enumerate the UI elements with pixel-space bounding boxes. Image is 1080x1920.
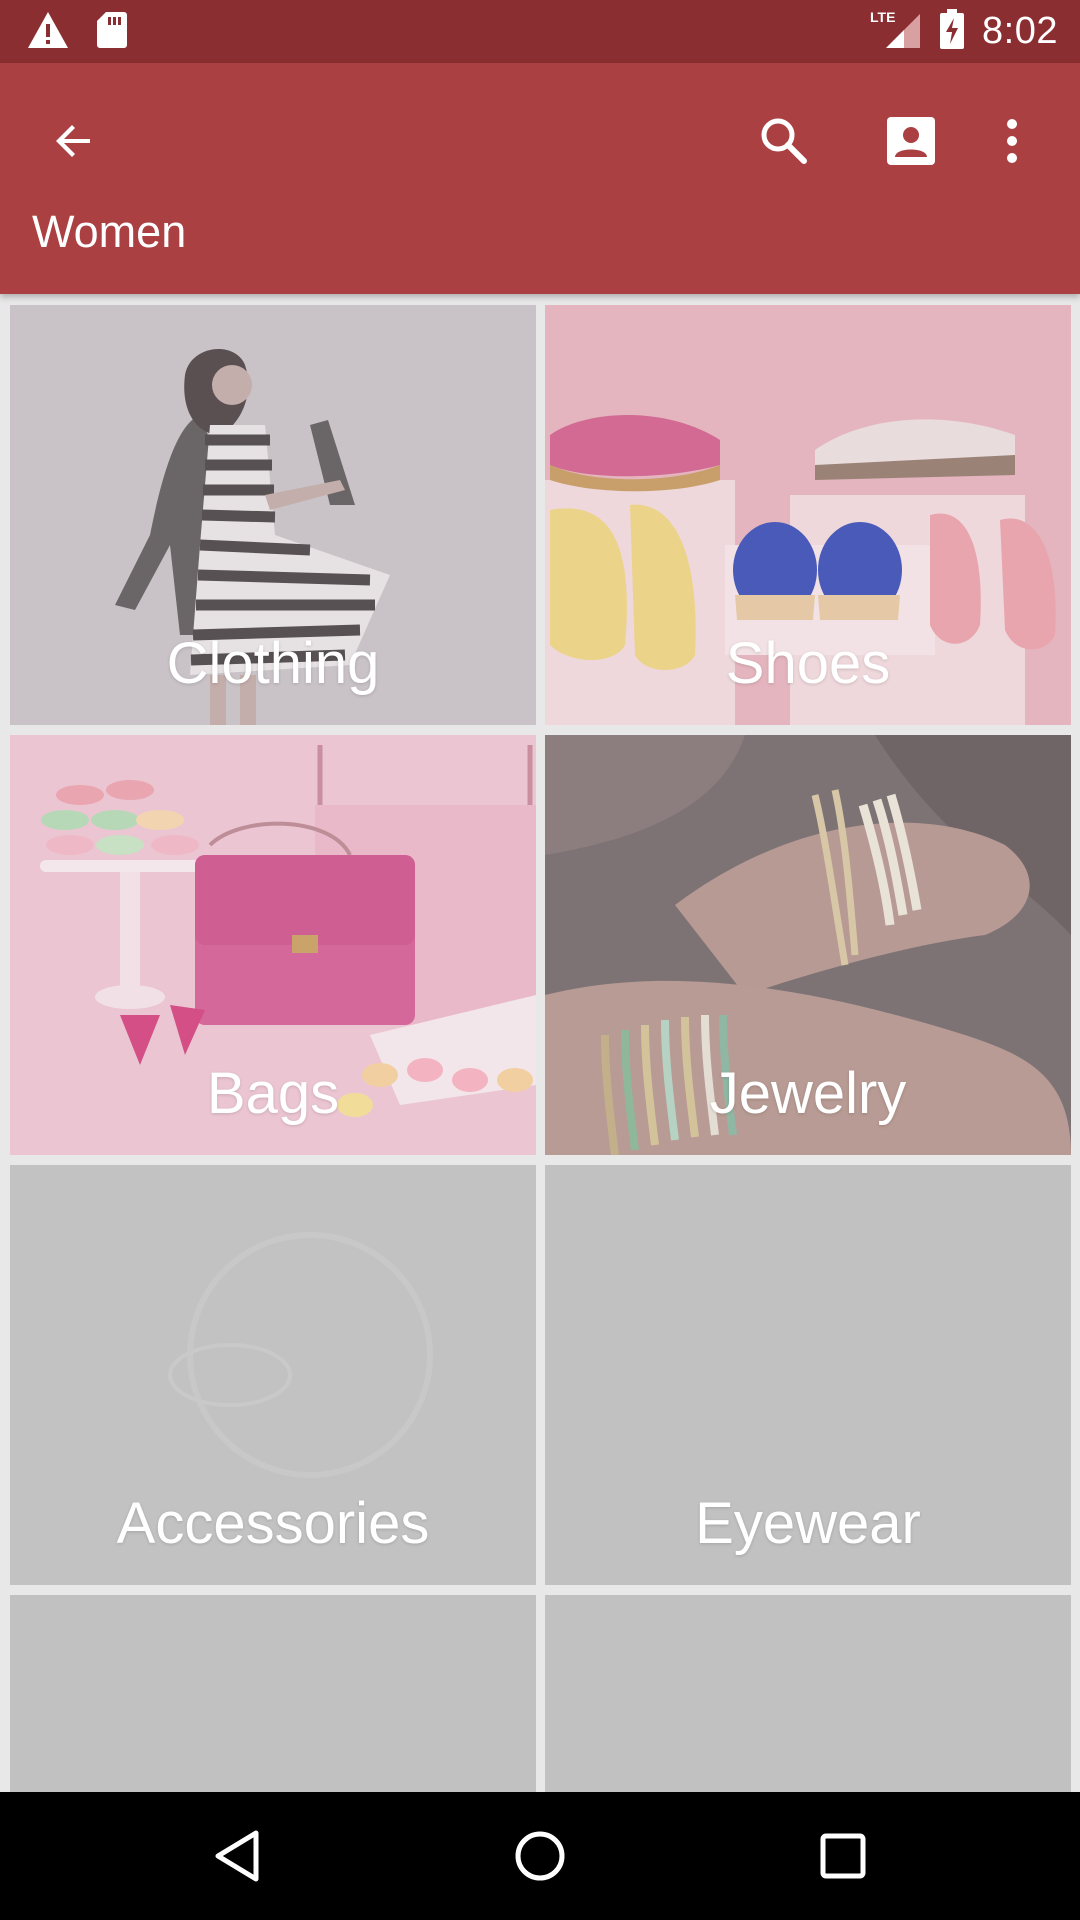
category-label: Shoes xyxy=(725,631,891,696)
category-label: Clothing xyxy=(166,631,380,696)
category-tile-eyewear[interactable]: Eyewear xyxy=(545,1165,1071,1585)
nav-back-button[interactable] xyxy=(197,1816,277,1896)
network-label: LTE xyxy=(870,9,895,25)
nav-back-icon xyxy=(215,1830,259,1882)
image-placeholder xyxy=(10,1595,536,1792)
warning-icon xyxy=(26,10,70,55)
signal-icon: LTE xyxy=(870,8,922,55)
category-tile-jewelry[interactable]: Jewelry xyxy=(545,735,1071,1155)
app-root: LTE 8:02 Women Clothing Shoes Bags Jewel… xyxy=(0,0,1080,1920)
back-button[interactable] xyxy=(34,101,114,181)
sd-card-icon xyxy=(96,11,128,54)
category-grid: Clothing Shoes Bags Jewelry Accessories … xyxy=(0,294,1080,1792)
nav-home-icon xyxy=(515,1831,565,1881)
search-icon xyxy=(761,118,807,164)
category-tile-bags[interactable]: Bags xyxy=(10,735,536,1155)
status-bar-right: LTE 8:02 xyxy=(870,0,1058,63)
status-bar-left xyxy=(26,10,128,55)
image-placeholder xyxy=(545,1595,1071,1792)
nav-recents-button[interactable] xyxy=(803,1816,883,1896)
system-nav-bar xyxy=(0,1792,1080,1920)
category-tile-accessories[interactable]: Accessories xyxy=(10,1165,536,1585)
category-label: Jewelry xyxy=(709,1061,907,1126)
account-icon xyxy=(887,117,935,165)
category-tile-clothing[interactable]: Clothing xyxy=(10,305,536,725)
status-bar: LTE 8:02 xyxy=(0,0,1080,63)
page-title: Women xyxy=(32,206,187,257)
back-arrow-icon xyxy=(56,125,90,157)
nav-recents-icon xyxy=(820,1833,866,1879)
more-options-button[interactable] xyxy=(982,101,1042,181)
category-label: Bags xyxy=(206,1061,340,1126)
category-label: Eyewear xyxy=(695,1491,921,1556)
category-label: Accessories xyxy=(116,1491,430,1556)
category-tile-shoes[interactable]: Shoes xyxy=(545,305,1071,725)
category-tile-placeholder[interactable] xyxy=(545,1595,1071,1792)
more-vert-icon xyxy=(1007,119,1017,163)
clock: 8:02 xyxy=(982,10,1058,52)
battery-charging-icon xyxy=(940,9,965,54)
search-button[interactable] xyxy=(744,101,824,181)
nav-home-button[interactable] xyxy=(500,1816,580,1896)
category-tile-placeholder[interactable] xyxy=(10,1595,536,1792)
account-button[interactable] xyxy=(871,101,951,181)
app-bar: Women xyxy=(0,63,1080,294)
